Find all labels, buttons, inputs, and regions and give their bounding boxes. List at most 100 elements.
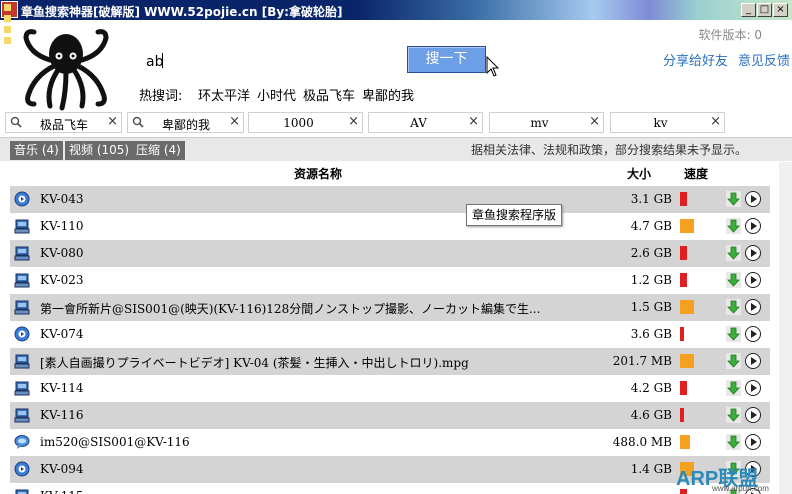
resource-name: 第一會所新片@SIS001@(映天)(KV-116)128分間ノンストップ撮影、…	[40, 302, 541, 316]
table-row[interactable]: 第一會所新片@SIS001@(映天)(KV-116)128分間ノンストップ撮影、…	[10, 294, 770, 321]
download-icon[interactable]	[726, 353, 741, 369]
play-icon[interactable]	[745, 326, 761, 342]
download-icon[interactable]	[726, 218, 741, 234]
table-row[interactable]: KV-094 1.4 GB	[10, 456, 770, 483]
computer-icon	[14, 488, 30, 494]
hot-word-link[interactable]: 环太平洋	[198, 85, 250, 104]
search-tab[interactable]: 卑鄙的我 ×	[127, 112, 244, 133]
resource-size: 1.2 GB	[630, 273, 672, 287]
speed-indicator	[680, 381, 687, 395]
tab-close-icon[interactable]: ×	[589, 114, 600, 129]
download-icon[interactable]	[726, 407, 741, 423]
search-tab[interactable]: kv ×	[610, 112, 725, 133]
category-bar: 音乐 (4) 视频 (105) 压缩 (4) 据相关法律、法规和政策，部分搜索结…	[0, 137, 792, 161]
computer-icon	[14, 353, 30, 369]
category-video-button[interactable]: 视频 (105)	[65, 141, 134, 160]
computer-icon	[14, 407, 30, 423]
tab-close-icon[interactable]: ×	[710, 114, 721, 129]
play-icon[interactable]	[745, 407, 761, 423]
play-icon[interactable]	[745, 191, 761, 207]
resource-size: 3.6 GB	[630, 327, 672, 341]
tab-close-icon[interactable]: ×	[107, 114, 118, 129]
download-icon[interactable]	[726, 380, 741, 396]
search-tab-label: 1000	[283, 116, 314, 130]
resource-size: 4.2 GB	[630, 381, 672, 395]
table-row[interactable]: [素人自画撮りプライベートビデオ] KV-04 (茶髪・生挿入・中出しトロリ).…	[10, 348, 770, 375]
search-tab[interactable]: mv ×	[489, 112, 604, 133]
resource-name: KV-114	[40, 381, 84, 395]
download-icon[interactable]	[726, 326, 741, 342]
hot-word-link[interactable]: 极品飞车	[303, 85, 355, 104]
resource-size: 201.7 MB	[612, 354, 672, 368]
play-icon[interactable]	[745, 434, 761, 450]
table-row[interactable]: KV-080 2.6 GB	[10, 240, 770, 267]
search-tab-label: AV	[410, 116, 427, 130]
download-icon[interactable]	[726, 299, 741, 315]
tab-close-icon[interactable]: ×	[229, 114, 240, 129]
resource-size: 4.7 GB	[630, 219, 672, 233]
table-row[interactable]: KV-116 4.6 GB	[10, 402, 770, 429]
speed-indicator	[680, 435, 690, 449]
maximize-button[interactable]: □	[757, 3, 772, 17]
close-button[interactable]: ×	[773, 3, 788, 17]
table-row[interactable]: KV-110 4.7 GB	[10, 213, 770, 240]
minimize-button[interactable]: _	[741, 3, 756, 17]
resource-name: im520@SIS001@KV-116	[40, 435, 190, 449]
download-icon[interactable]	[726, 191, 741, 207]
media-player-icon	[14, 326, 30, 342]
window-title: 章鱼搜索神器[破解版] WWW.52pojie.cn [By:拿破轮胎]	[21, 5, 343, 19]
resource-name: KV-080	[40, 246, 84, 260]
hot-word-link[interactable]: 卑鄙的我	[362, 85, 414, 104]
resource-size: 4.6 GB	[630, 408, 672, 422]
version-label: 软件版本: 0	[698, 28, 763, 42]
play-icon[interactable]	[745, 380, 761, 396]
results-table-header: 资源名称 大小 速度	[10, 162, 770, 185]
search-tab[interactable]: 极品飞车 ×	[5, 112, 122, 133]
table-row[interactable]: KV-043 3.1 GB	[10, 186, 770, 213]
resource-size: 1.4 GB	[630, 462, 672, 476]
watermark-url: www.arpun.com	[712, 484, 769, 493]
hot-word-link[interactable]: 小时代	[257, 85, 296, 104]
search-button[interactable]: 搜一下	[407, 46, 486, 73]
mouse-cursor-icon	[486, 56, 500, 77]
tab-close-icon[interactable]: ×	[468, 114, 479, 129]
search-tab-label: 卑鄙的我	[162, 118, 211, 132]
search-input[interactable]	[146, 52, 346, 72]
play-icon[interactable]	[745, 299, 761, 315]
speed-indicator	[680, 273, 687, 287]
feedback-link[interactable]: 意见反馈	[738, 50, 790, 69]
download-icon[interactable]	[726, 245, 741, 261]
scrollbar[interactable]	[779, 162, 792, 494]
tab-close-icon[interactable]: ×	[348, 114, 359, 129]
play-icon[interactable]	[745, 218, 761, 234]
column-name-header[interactable]: 资源名称	[294, 165, 342, 182]
column-size-header[interactable]: 大小	[627, 165, 651, 182]
share-link[interactable]: 分享给好友	[663, 50, 728, 69]
resource-size: 3.1 GB	[630, 192, 672, 206]
resource-name: KV-110	[40, 219, 84, 233]
media-player-icon	[14, 461, 30, 477]
play-icon[interactable]	[745, 272, 761, 288]
category-archive-button[interactable]: 压缩 (4)	[132, 141, 185, 160]
table-row[interactable]: KV-115	[10, 483, 770, 494]
download-icon[interactable]	[726, 434, 741, 450]
download-icon[interactable]	[726, 272, 741, 288]
text-caret	[162, 53, 163, 68]
table-row[interactable]: im520@SIS001@KV-116 488.0 MB	[10, 429, 770, 456]
table-row[interactable]: KV-074 3.6 GB	[10, 321, 770, 348]
octopus-logo-icon	[23, 29, 109, 111]
computer-icon	[14, 380, 30, 396]
search-tab-label: 极品飞车	[40, 118, 89, 132]
category-music-button[interactable]: 音乐 (4)	[10, 141, 63, 160]
column-speed-header[interactable]: 速度	[684, 165, 708, 182]
resource-name: KV-094	[40, 462, 84, 476]
table-row[interactable]: KV-023 1.2 GB	[10, 267, 770, 294]
search-tab[interactable]: AV ×	[368, 112, 483, 133]
app-icon[interactable]	[1, 1, 18, 44]
table-row[interactable]: KV-114 4.2 GB	[10, 375, 770, 402]
play-icon[interactable]	[745, 353, 761, 369]
play-icon[interactable]	[745, 245, 761, 261]
computer-icon	[14, 299, 30, 315]
search-icon	[10, 116, 22, 128]
search-tab[interactable]: 1000 ×	[248, 112, 363, 133]
